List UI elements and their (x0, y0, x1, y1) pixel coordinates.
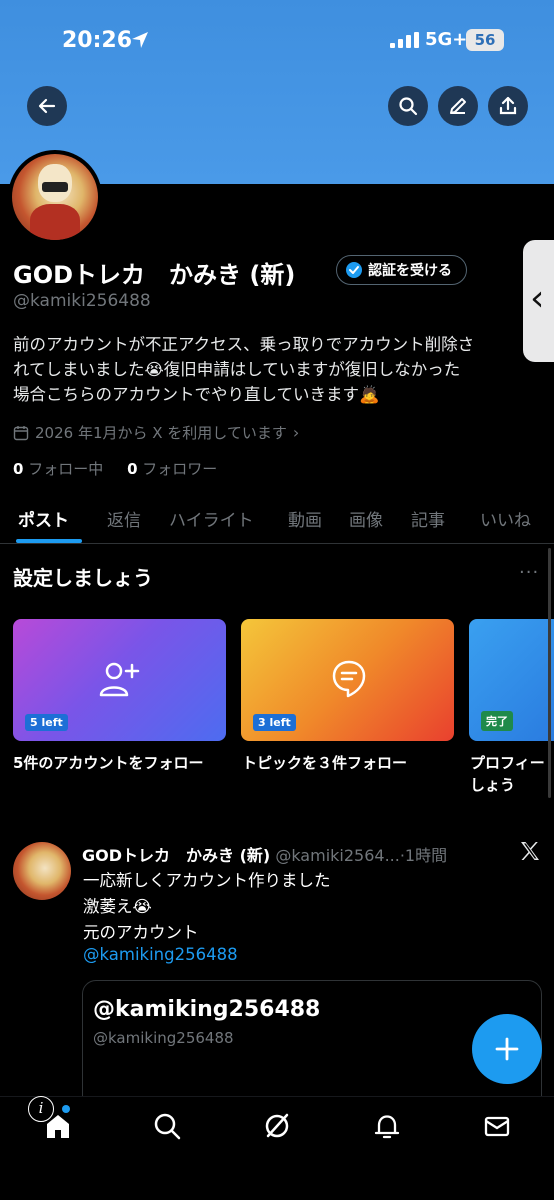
grok-icon[interactable] (262, 1111, 292, 1141)
x-logo-icon (521, 842, 539, 860)
setup-card-badge: 5 left (25, 714, 68, 731)
pencil-icon (450, 98, 466, 114)
quoted-handle: @kamiking256488 (93, 1029, 234, 1047)
get-verified-label: 認証を受ける (368, 263, 452, 279)
post-avatar[interactable] (13, 842, 71, 900)
profile-handle: @kamiki256488 (13, 291, 151, 311)
chat-bubble-icon (332, 660, 366, 698)
bottom-navigation (0, 1096, 554, 1200)
setup-card-label: トピックを３件フォロー (242, 754, 408, 772)
verified-badge-icon (346, 262, 362, 278)
get-verified-button[interactable]: 認証を受ける (336, 255, 467, 285)
profile-bio: 前のアカウントが不正アクセス、乗っ取りでアカウント削除さ れてしまいました😭復旧… (13, 335, 475, 404)
add-user-icon (99, 662, 140, 697)
setup-card-label-line2: しょう (470, 776, 516, 794)
post-handle-time: @kamiki2564...·1時間 (275, 846, 448, 865)
calendar-icon (13, 425, 29, 440)
search-nav-icon[interactable] (152, 1111, 182, 1141)
profile-avatar[interactable] (8, 150, 102, 244)
quoted-name: @kamiking256488 (93, 997, 321, 1022)
home-notification-dot (62, 1105, 70, 1113)
signal-icon (390, 32, 419, 48)
followers-label: フォロワー (142, 460, 218, 478)
profile-tabs: ポスト 返信 ハイライト 動画 画像 記事 いいね (0, 500, 554, 544)
following-label: フォロー中 (28, 460, 104, 478)
post-author-name[interactable]: GODトレカ かみき (新) (82, 846, 270, 865)
tab-replies[interactable]: 返信 (107, 506, 141, 531)
network-label: 5G+ (425, 29, 468, 50)
scrollbar[interactable] (548, 548, 551, 798)
post-mention-link[interactable]: @kamiking256488 (83, 945, 238, 964)
followers-link[interactable]: 0 フォロワー (127, 460, 217, 478)
info-icon[interactable]: i (28, 1096, 54, 1122)
notifications-bell-icon[interactable] (372, 1111, 402, 1141)
tab-photos[interactable]: 画像 (349, 506, 383, 531)
status-bar: 20:26 5G+ 56 (0, 26, 554, 60)
setup-card-badge: 完了 (481, 711, 513, 731)
following-count: 0 (13, 460, 24, 478)
setup-card-profile[interactable]: 完了 (469, 619, 554, 741)
tab-articles[interactable]: 記事 (411, 506, 445, 531)
following-link[interactable]: 0 フォロー中 (13, 460, 103, 478)
search-icon (399, 97, 418, 116)
tab-videos[interactable]: 動画 (288, 506, 322, 531)
setup-card-label: プロフィー (470, 754, 545, 772)
share-icon (499, 96, 517, 115)
setup-card-label: 5件のアカウントをフォロー (13, 754, 204, 772)
post-text: 一応新しくアカウント作りました 激萎え😭 元のアカウント (83, 871, 331, 942)
post-header: GODトレカ かみき (新) @kamiki2564...·1時間 (82, 842, 447, 866)
setup-card-follow-topics[interactable]: 3 left (241, 619, 454, 741)
chevron-right-icon: › (292, 423, 300, 442)
tab-posts[interactable]: ポスト (18, 506, 69, 531)
profile-name: GODトレカ かみき (新) (13, 261, 296, 289)
back-arrow-icon (38, 98, 56, 114)
tab-likes[interactable]: いいね (480, 506, 531, 531)
edit-button[interactable] (438, 86, 478, 126)
chevron-left-icon: ‹ (530, 278, 545, 319)
follow-stats: 0 フォロー中 0 フォロワー (13, 458, 217, 479)
avatar-image (12, 154, 98, 240)
search-button[interactable] (388, 86, 428, 126)
share-button[interactable] (488, 86, 528, 126)
followers-count: 0 (127, 460, 138, 478)
battery-indicator: 56 (466, 29, 504, 51)
compose-post-button[interactable] (472, 1014, 542, 1084)
setup-card-follow-accounts[interactable]: 5 left (13, 619, 226, 741)
active-tab-indicator (16, 539, 82, 543)
joined-date[interactable]: 2026 年1月から X を利用しています › (13, 422, 299, 443)
tab-highlights[interactable]: ハイライト (169, 506, 254, 531)
messages-envelope-icon[interactable] (482, 1111, 512, 1141)
back-button[interactable] (27, 86, 67, 126)
status-time: 20:26 (62, 28, 133, 53)
plus-icon (495, 1037, 519, 1061)
setup-card-badge: 3 left (253, 714, 296, 731)
more-options-icon[interactable]: ··· (519, 562, 539, 583)
joined-text: 2026 年1月から X を利用しています (35, 424, 287, 442)
setup-title: 設定しましょう (13, 566, 153, 590)
location-arrow-icon (132, 32, 148, 48)
